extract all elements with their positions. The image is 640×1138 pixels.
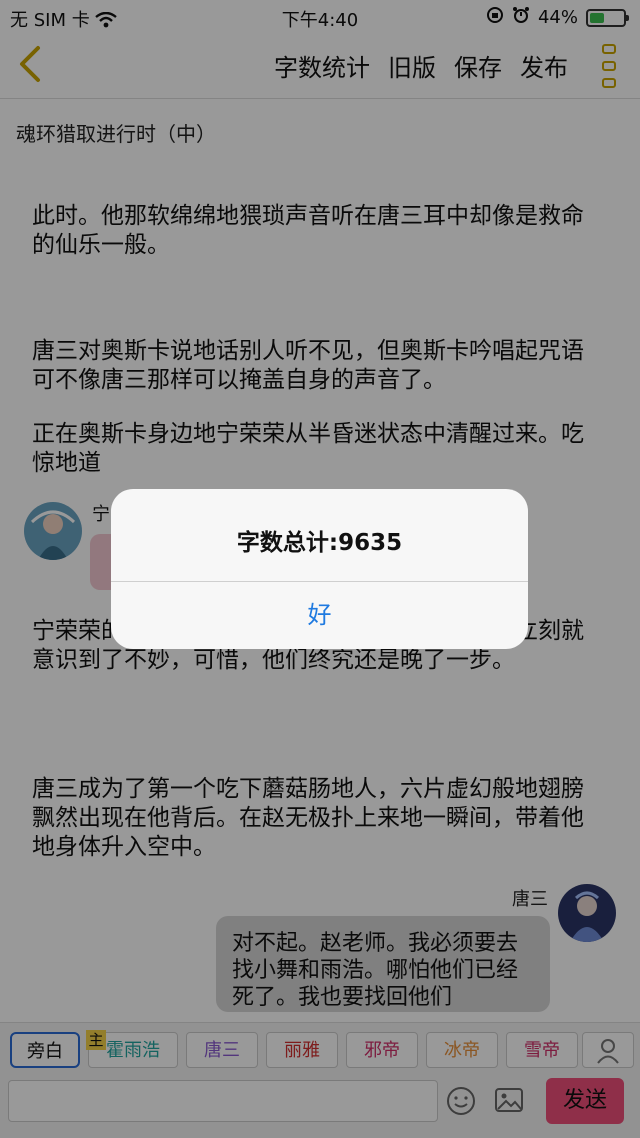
alert-ok-button[interactable]: 好	[111, 582, 528, 649]
alert-title: 字数总计:9635	[236, 530, 403, 556]
word-count-alert: 字数总计:9635 好	[111, 489, 528, 649]
